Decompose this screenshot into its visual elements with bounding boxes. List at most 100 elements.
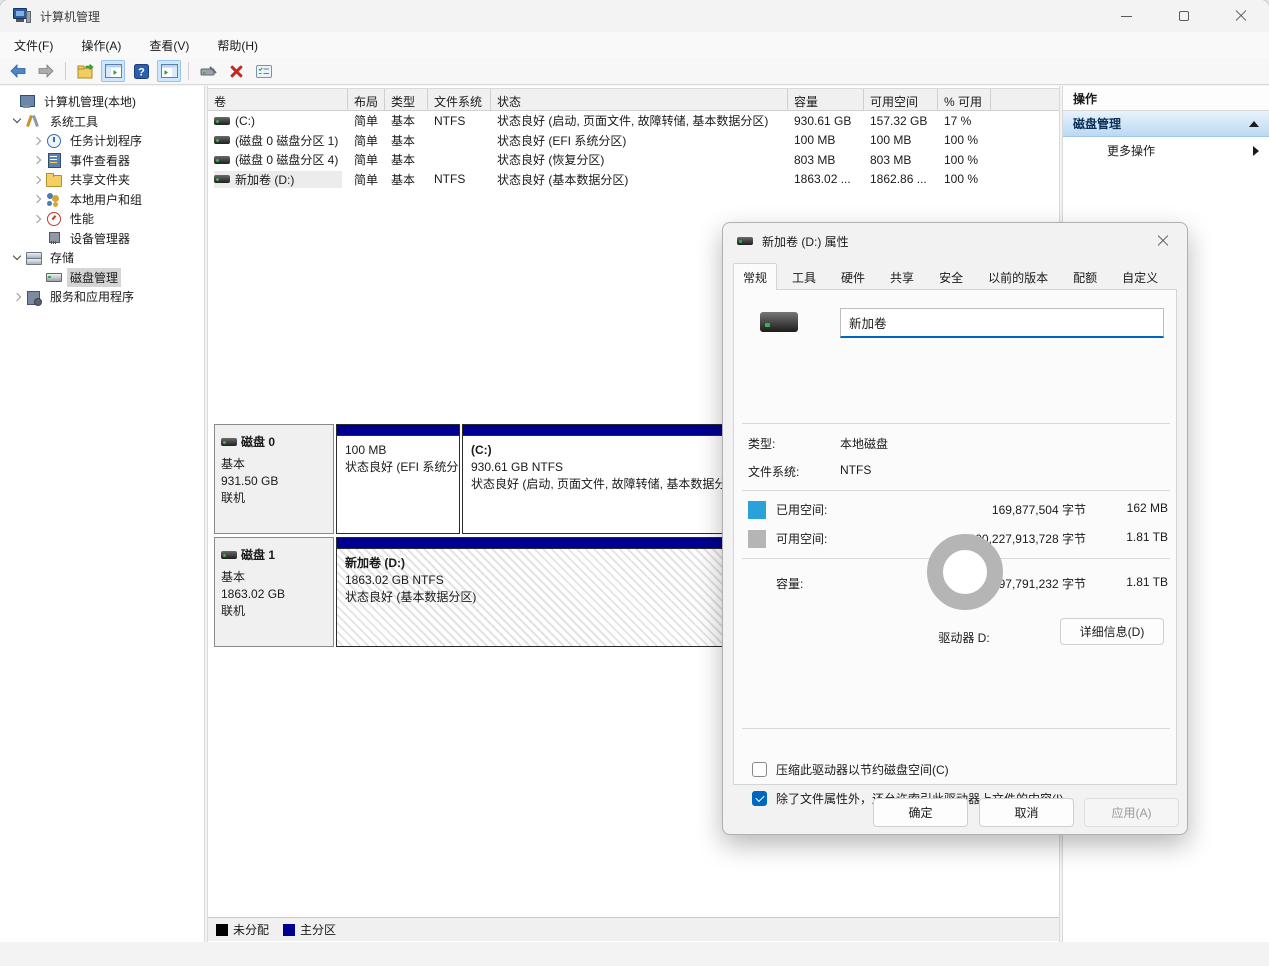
- tree-item-local-users-groups[interactable]: 本地用户和组: [0, 190, 204, 210]
- chevron-down-icon[interactable]: [10, 114, 24, 128]
- close-button[interactable]: [1212, 0, 1269, 32]
- delete-x-icon: [230, 65, 243, 78]
- tab-customize[interactable]: 自定义: [1112, 263, 1168, 290]
- disk-usage-donut-chart: [927, 534, 1003, 610]
- computer-icon: [20, 95, 36, 109]
- checklist-icon: [256, 65, 272, 78]
- partition-color-bar: [337, 425, 459, 436]
- event-viewer-icon: [46, 153, 62, 167]
- column-header-filesystem[interactable]: 文件系统: [428, 89, 491, 110]
- column-header-layout[interactable]: 布局: [348, 89, 385, 110]
- volume-row-c[interactable]: (C:) 简单 基本 NTFS 状态良好 (启动, 页面文件, 故障转储, 基本…: [208, 111, 1060, 131]
- services-icon: [26, 290, 42, 304]
- disk-1-label[interactable]: 磁盘 1 基本 1863.02 GB 联机: [214, 537, 334, 647]
- disk-0-label[interactable]: 磁盘 0 基本 931.50 GB 联机: [214, 424, 334, 534]
- ok-button[interactable]: 确定: [873, 798, 968, 827]
- delete-button[interactable]: [224, 60, 248, 82]
- disk-0-status: 联机: [221, 490, 327, 507]
- tree-item-performance[interactable]: 性能: [0, 209, 204, 229]
- compress-checkbox-row[interactable]: 压缩此驱动器以节约磁盘空间(C): [752, 761, 949, 778]
- chevron-right-icon[interactable]: [30, 153, 44, 167]
- volume-row-partition4[interactable]: (磁盘 0 磁盘分区 4) 简单 基本 状态良好 (恢复分区) 803 MB 8…: [208, 150, 1060, 170]
- volume-icon: [214, 136, 230, 144]
- tree-item-device-manager[interactable]: 设备管理器: [0, 229, 204, 249]
- help-button[interactable]: ?: [129, 60, 153, 82]
- shared-folders-icon: [46, 173, 62, 187]
- column-header-percent-free[interactable]: % 可用: [938, 89, 991, 110]
- svg-text:?: ?: [138, 66, 145, 78]
- volume-list: 卷 布局 类型 文件系统 状态 容量 可用空间 % 可用 (C:) 简单 基本 …: [208, 88, 1060, 189]
- back-button[interactable]: [6, 60, 30, 82]
- cancel-button[interactable]: 取消: [979, 798, 1074, 827]
- tab-tools[interactable]: 工具: [782, 263, 826, 290]
- expand-icon: [30, 231, 44, 245]
- partition-efi[interactable]: 100 MB 状态良好 (EFI 系统分区): [336, 424, 460, 534]
- column-header-capacity[interactable]: 容量: [788, 89, 864, 110]
- tab-general[interactable]: 常规: [733, 263, 777, 290]
- chevron-right-icon[interactable]: [30, 173, 44, 187]
- tree-item-disk-management[interactable]: 磁盘管理: [0, 268, 204, 288]
- refresh-disk-button[interactable]: [196, 60, 220, 82]
- volume-label-input[interactable]: [840, 308, 1164, 338]
- tab-hardware[interactable]: 硬件: [831, 263, 875, 290]
- tree-item-system-tools[interactable]: 系统工具: [0, 112, 204, 132]
- tree-item-event-viewer[interactable]: 事件查看器: [0, 151, 204, 171]
- free-space-swatch: [748, 530, 766, 548]
- column-header-status[interactable]: 状态: [491, 89, 788, 110]
- menu-help[interactable]: 帮助(H): [217, 37, 258, 54]
- properties-dialog: 新加卷 (D:) 属性 常规 工具 硬件 共享 安全 以前的版本 配额 自定义 …: [722, 222, 1188, 835]
- details-button[interactable]: 详细信息(D): [1060, 618, 1164, 645]
- tree-item-services-applications[interactable]: 服务和应用程序: [0, 287, 204, 307]
- volume-icon: [214, 175, 230, 183]
- export-list-button[interactable]: [73, 60, 97, 82]
- column-header-volume[interactable]: 卷: [208, 89, 348, 110]
- type-row: 类型: 本地磁盘: [734, 435, 1178, 455]
- tree-item-computer-management[interactable]: 计算机管理(本地): [0, 92, 204, 112]
- partition-legend: 未分配 主分区: [208, 917, 1060, 941]
- expand-icon: [30, 270, 44, 284]
- index-checkbox[interactable]: [752, 791, 767, 806]
- column-header-type[interactable]: 类型: [385, 89, 428, 110]
- collapse-icon[interactable]: [1249, 121, 1259, 127]
- apply-button[interactable]: 应用(A): [1084, 798, 1179, 827]
- used-space-row: 已用空间: 169,877,504 字节 162 MB: [734, 501, 1178, 521]
- menu-view[interactable]: 查看(V): [149, 37, 189, 54]
- volume-row-partition1[interactable]: (磁盘 0 磁盘分区 1) 简单 基本 状态良好 (EFI 系统分区) 100 …: [208, 131, 1060, 151]
- disk-management-icon: [46, 270, 62, 284]
- column-header-filler: [991, 89, 1060, 110]
- more-actions-item[interactable]: 更多操作: [1063, 137, 1269, 164]
- tree-item-task-scheduler[interactable]: 任务计划程序: [0, 131, 204, 151]
- computer-management-window: 计算机管理 文件(F) 操作(A) 查看(V) 帮助(H) ?: [0, 0, 1269, 966]
- menu-file[interactable]: 文件(F): [14, 37, 53, 54]
- minimize-button[interactable]: [1098, 0, 1155, 32]
- dialog-title: 新加卷 (D:) 属性: [762, 233, 849, 250]
- dialog-close-button[interactable]: [1140, 225, 1185, 257]
- drive-caption: 驱动器 D:: [894, 629, 1034, 646]
- chevron-right-icon[interactable]: [30, 192, 44, 206]
- toggle-console-tree-button[interactable]: [101, 60, 125, 82]
- tab-sharing[interactable]: 共享: [880, 263, 924, 290]
- chevron-right-icon[interactable]: [10, 290, 24, 304]
- tab-security[interactable]: 安全: [929, 263, 973, 290]
- menu-action[interactable]: 操作(A): [81, 37, 121, 54]
- action-pane-icon: [161, 64, 178, 78]
- toggle-action-pane-button[interactable]: [157, 60, 181, 82]
- chevron-down-icon[interactable]: [10, 251, 24, 265]
- compress-checkbox[interactable]: [752, 762, 767, 777]
- tree-item-shared-folders[interactable]: 共享文件夹: [0, 170, 204, 190]
- menu-bar: 文件(F) 操作(A) 查看(V) 帮助(H): [0, 32, 1269, 58]
- tab-previous-versions[interactable]: 以前的版本: [978, 263, 1058, 290]
- forward-button[interactable]: [34, 60, 58, 82]
- chevron-right-icon[interactable]: [30, 212, 44, 226]
- system-tools-icon: [26, 114, 42, 128]
- chevron-right-icon[interactable]: [30, 134, 44, 148]
- maximize-button[interactable]: [1155, 0, 1212, 32]
- tree-item-storage[interactable]: 存储: [0, 248, 204, 268]
- actions-group-disk-management[interactable]: 磁盘管理: [1063, 111, 1269, 137]
- tab-quota[interactable]: 配额: [1063, 263, 1107, 290]
- submenu-arrow-icon: [1253, 146, 1259, 156]
- properties-button[interactable]: [252, 60, 276, 82]
- column-header-free-space[interactable]: 可用空间: [864, 89, 938, 110]
- volume-row-new-volume-d[interactable]: 新加卷 (D:) 简单 基本 NTFS 状态良好 (基本数据分区) 1863.0…: [208, 170, 1060, 190]
- window-bottom-strip: [0, 942, 1269, 966]
